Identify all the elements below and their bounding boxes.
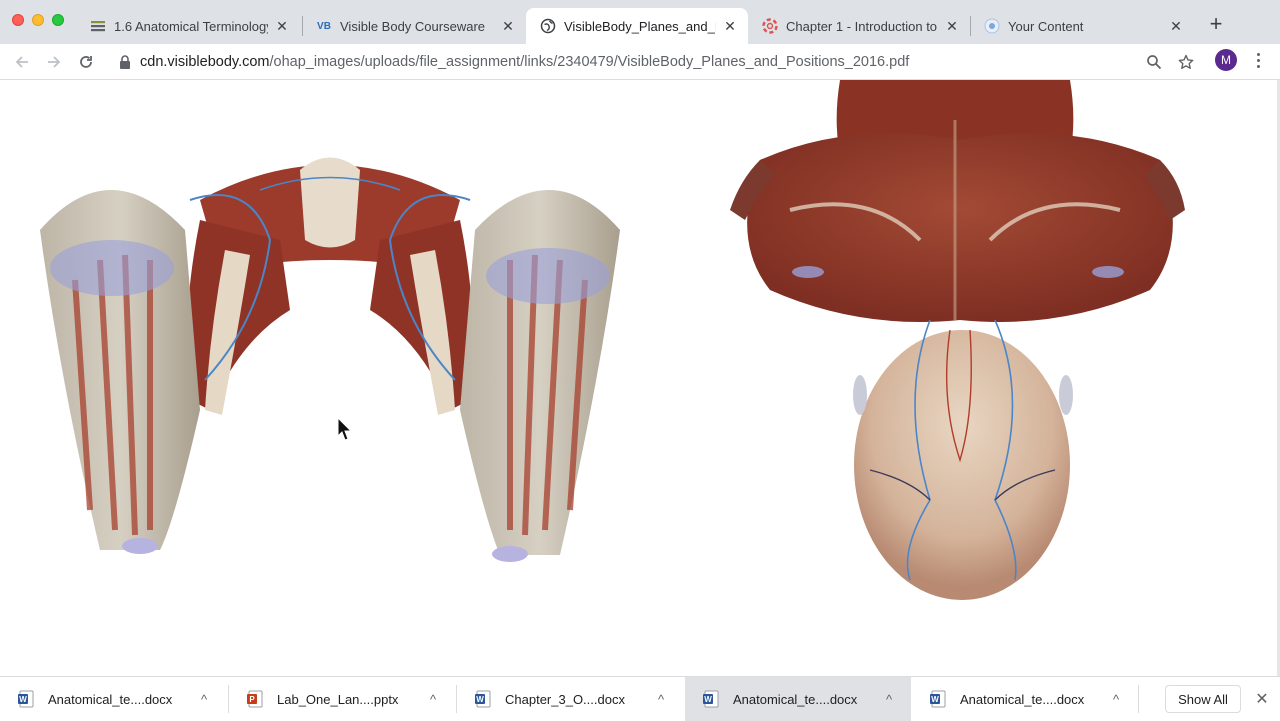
chevron-up-icon[interactable]: ^: [649, 692, 673, 707]
download-filename: Anatomical_te....docx: [48, 691, 173, 707]
maximize-window-button[interactable]: [52, 14, 64, 26]
lock-icon: [118, 55, 132, 69]
zoom-icon[interactable]: [1144, 52, 1164, 72]
download-item[interactable]: W Anatomical_te....docx ^: [685, 677, 911, 721]
tab-close-icon[interactable]: ✕: [274, 18, 290, 34]
vb-logo-icon: VB: [317, 20, 331, 32]
tab-close-icon[interactable]: ✕: [500, 18, 516, 34]
minimize-window-button[interactable]: [32, 14, 44, 26]
arrow-left-icon: [15, 56, 28, 68]
tab-chapter-1-introduction[interactable]: Chapter 1 - Introduction to Anatomy ✕: [748, 8, 970, 44]
download-filename: Chapter_3_O....docx: [505, 691, 625, 707]
download-divider: [1138, 685, 1139, 713]
download-shelf: W Anatomical_te....docx ^ P Lab_One_Lan.…: [0, 676, 1280, 721]
word-file-icon: W: [475, 690, 491, 708]
svg-text:W: W: [19, 695, 27, 704]
show-all-button[interactable]: Show All: [1165, 685, 1241, 713]
tab-anatomical-terminology[interactable]: 1.6 Anatomical Terminology ✕: [76, 8, 300, 44]
profile-avatar[interactable]: M: [1215, 49, 1237, 71]
word-file-icon: W: [703, 690, 719, 708]
tab-title: VisibleBody_Planes_and_Positions_2016.pd…: [564, 18, 716, 34]
inferior-view-figure: [40, 157, 620, 562]
chevron-up-icon[interactable]: ^: [1104, 692, 1128, 707]
download-filename: Lab_One_Lan....pptx: [277, 691, 399, 707]
tab-visible-body-courseware[interactable]: VB Visible Body Courseware ✕: [302, 8, 526, 44]
browser-toolbar: cdn.visiblebody.com/ohap_images/uploads/…: [0, 44, 1280, 80]
chevron-up-icon[interactable]: ^: [192, 692, 216, 707]
chevron-up-icon[interactable]: ^: [421, 692, 445, 707]
svg-text:P: P: [249, 695, 255, 704]
back-button[interactable]: [10, 50, 34, 74]
pdf-viewer: [0, 80, 1280, 676]
powerpoint-file-icon: P: [247, 690, 263, 708]
download-filename: Anatomical_te....docx: [733, 691, 858, 707]
tab-close-icon[interactable]: ✕: [722, 18, 738, 34]
tab-title: Chapter 1 - Introduction to Anatomy: [786, 18, 938, 34]
reload-icon: [80, 56, 92, 68]
forward-button[interactable]: [42, 50, 66, 74]
superior-view-figure: [730, 80, 1185, 600]
arrow-right-icon: [48, 56, 61, 68]
content-icon: [984, 18, 1000, 34]
tab-title: 1.6 Anatomical Terminology: [114, 18, 268, 34]
close-window-button[interactable]: [12, 14, 24, 26]
browser-menu-button[interactable]: [1250, 46, 1266, 74]
word-file-icon: W: [930, 690, 946, 708]
globe-icon: [540, 18, 556, 34]
new-tab-button[interactable]: +: [1205, 13, 1227, 36]
tab-title: Visible Body Courseware: [340, 18, 485, 34]
svg-text:W: W: [704, 695, 712, 704]
reload-button[interactable]: [74, 50, 98, 74]
lifebuoy-icon: [762, 18, 778, 34]
tab-close-icon[interactable]: ✕: [944, 18, 960, 34]
download-item[interactable]: W Anatomical_te....docx ^: [0, 677, 226, 721]
download-item[interactable]: P Lab_One_Lan....pptx ^: [229, 677, 455, 721]
tab-close-icon[interactable]: ✕: [1168, 18, 1184, 34]
tab-title: Your Content: [1008, 18, 1084, 34]
tab-your-content[interactable]: Your Content ✕: [970, 8, 1194, 44]
bookmark-star-icon[interactable]: [1176, 52, 1196, 72]
download-item[interactable]: W Anatomical_te....docx ^: [912, 677, 1138, 721]
svg-text:W: W: [931, 695, 939, 704]
svg-text:W: W: [476, 695, 484, 704]
anatomy-illustration: [40, 80, 1185, 600]
close-shelf-icon[interactable]: ✕: [1252, 689, 1272, 709]
url-path: /ohap_images/uploads/file_assignment/lin…: [269, 54, 910, 70]
url-host: cdn.visiblebody.com: [140, 54, 270, 70]
tab-strip: 1.6 Anatomical Terminology ✕ VB Visible …: [0, 0, 1280, 44]
address-bar[interactable]: cdn.visiblebody.com/ohap_images/uploads/…: [108, 48, 1208, 76]
download-filename: Anatomical_te....docx: [960, 691, 1085, 707]
word-file-icon: W: [18, 690, 34, 708]
download-item[interactable]: W Chapter_3_O....docx ^: [457, 677, 683, 721]
mouse-cursor: [337, 416, 353, 441]
document-stack-icon: [90, 18, 106, 34]
chevron-up-icon[interactable]: ^: [877, 692, 901, 707]
tab-visiblebody-planes-pdf[interactable]: VisibleBody_Planes_and_Positions_2016.pd…: [526, 8, 748, 44]
